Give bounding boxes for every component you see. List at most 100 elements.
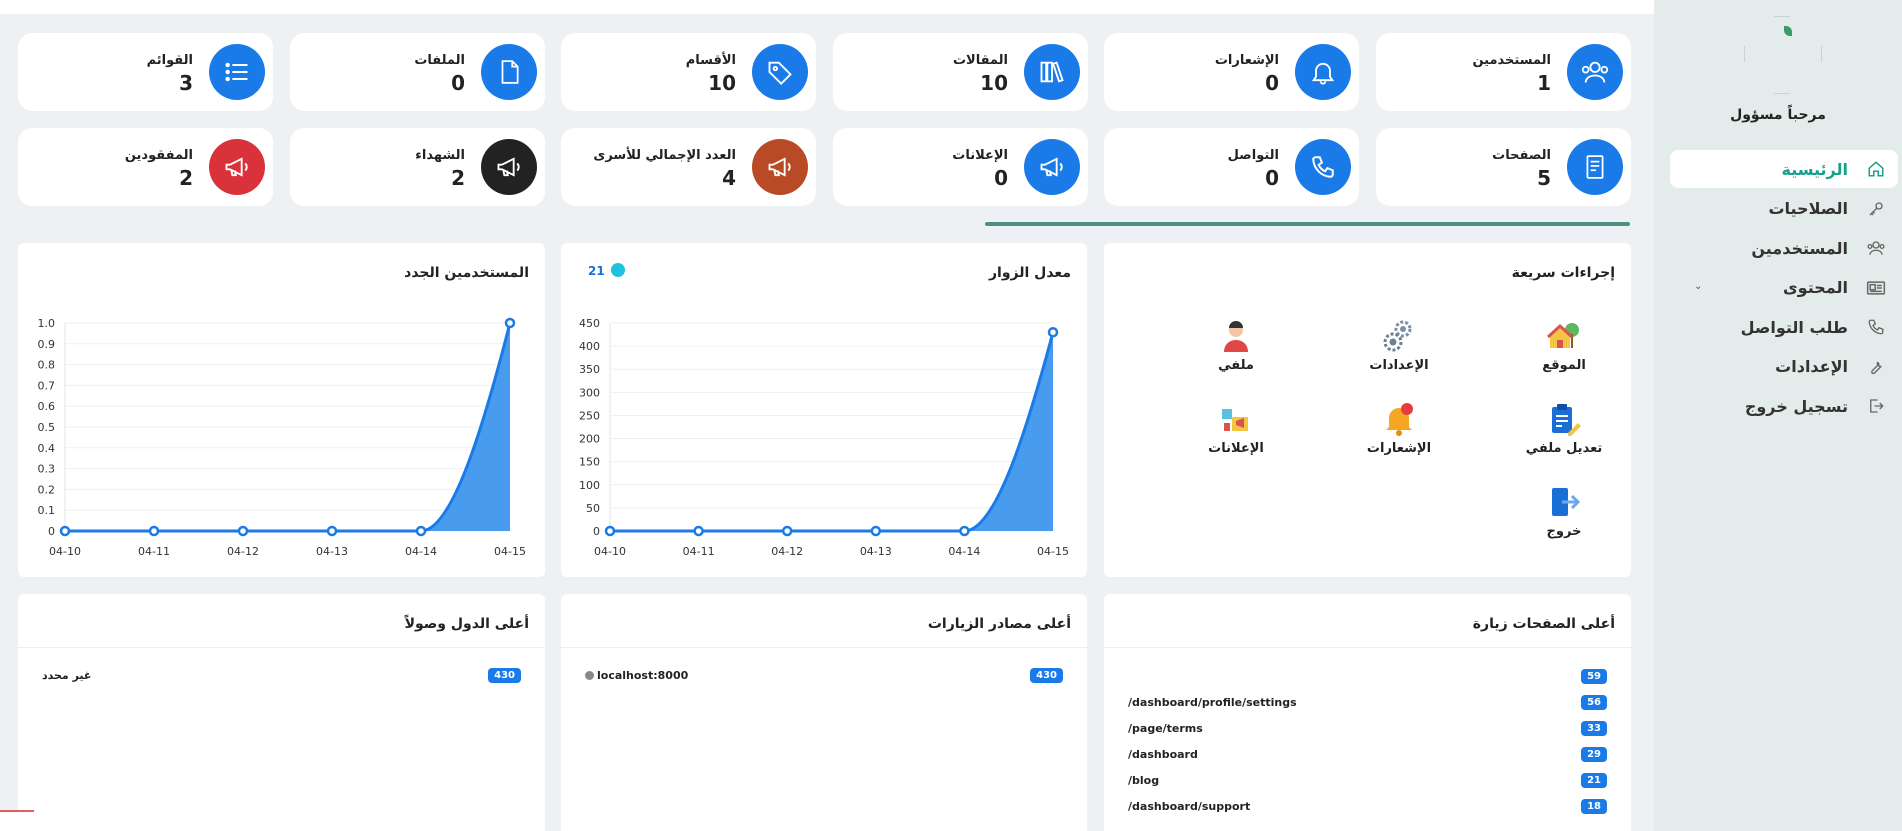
top-bar — [0, 0, 1654, 14]
debug-toolbar-tab[interactable] — [0, 810, 34, 831]
panel-title: أعلى الصفحات زيارة — [1472, 616, 1615, 632]
y-tick-label: 250 — [579, 409, 600, 422]
sidebar-item-users[interactable]: المستخدمين — [1670, 229, 1898, 267]
stat-value: 2 — [451, 166, 465, 190]
count-badge: 21 — [1581, 773, 1607, 788]
data-point — [781, 525, 793, 537]
stat-card-pages[interactable]: الصفحات 5 — [1376, 128, 1631, 206]
list-icon — [209, 44, 265, 100]
globe-icon — [585, 671, 594, 680]
stat-card-lists[interactable]: القوائم 3 — [18, 33, 273, 111]
stat-label: الصفحات — [1492, 148, 1551, 163]
series-area — [610, 332, 1053, 531]
y-tick-label: 0 — [593, 525, 600, 538]
y-tick-label: 200 — [579, 433, 600, 446]
sidebar-item-home[interactable]: الرئيسية — [1670, 150, 1898, 188]
stat-card-missing[interactable]: المفقودين 2 — [18, 128, 273, 206]
x-tick-label: 04-15 — [494, 545, 526, 558]
chevron-down-icon[interactable]: ⌄ — [1694, 281, 1702, 292]
sidebar-item-content[interactable]: المحتوى ⌄ — [1670, 269, 1898, 307]
sidebar-item-label: الصلاحيات — [1768, 199, 1848, 218]
x-tick-label: 04-10 — [594, 545, 626, 558]
visitors-chart: 0 50 100 150 200 250 300 350 400 450 04-10 04-11 04-… — [579, 317, 1069, 558]
quick-action-logout[interactable]: خروج — [1509, 484, 1619, 539]
data-point — [1047, 326, 1059, 338]
page-path: /dashboard/profile/settings — [1128, 696, 1297, 709]
stat-label: الشهداء — [415, 148, 465, 163]
phone-icon — [1295, 139, 1351, 195]
sidebar-item-logout[interactable]: تسجيل خروج — [1670, 387, 1898, 425]
quick-action-notifications[interactable]: الإشعارات — [1344, 401, 1454, 456]
list-item[interactable]: localhost:8000 430 — [585, 666, 1063, 686]
page-path: /dashboard — [1128, 748, 1198, 761]
y-tick-label: 0.7 — [38, 379, 56, 392]
bell-icon — [1295, 44, 1351, 100]
person-icon — [1218, 318, 1254, 354]
sidebar-item-permissions[interactable]: الصلاحيات — [1670, 190, 1898, 228]
stat-card-notifications[interactable]: الإشعارات 0 — [1104, 33, 1359, 111]
stat-card-users[interactable]: المستخدمين 1 — [1376, 33, 1631, 111]
house-icon — [1546, 318, 1582, 354]
count-badge: 430 — [488, 668, 521, 683]
stat-label: العدد الإجمالي للأسرى — [593, 148, 736, 163]
list-item[interactable]: غير محدد 430 — [42, 666, 521, 686]
section-divider — [985, 222, 1630, 226]
y-tick-label: 0.5 — [38, 421, 56, 434]
stat-card-articles[interactable]: المقالات 10 — [833, 33, 1088, 111]
table-row[interactable]: /page/terms 33 — [1128, 719, 1607, 739]
quick-action-settings[interactable]: الإعدادات — [1344, 318, 1454, 373]
sidebar-item-contact-request[interactable]: طلب التواصل — [1670, 308, 1898, 346]
quick-action-edit-profile[interactable]: تعديل ملفي — [1509, 401, 1619, 456]
y-tick-label: 0.1 — [38, 504, 56, 517]
welcome-text: مرحباً مسؤول — [1730, 107, 1826, 123]
sidebar-item-settings[interactable]: الإعدادات — [1670, 348, 1898, 386]
sidebar-item-label: المحتوى — [1783, 278, 1848, 297]
stat-label: الأقسام — [685, 53, 736, 68]
stat-label: الإشعارات — [1214, 53, 1279, 68]
data-point — [959, 525, 970, 537]
sidebar: مرحباً مسؤول الرئيسية الصلاحيات المستخدم… — [1654, 0, 1902, 831]
stat-card-sections[interactable]: الأقسام 10 — [561, 33, 816, 111]
quick-action-site[interactable]: الموقع — [1509, 318, 1619, 373]
stat-card-prisoners-total[interactable]: العدد الإجمالي للأسرى 4 — [561, 128, 816, 206]
quick-action-label: الموقع — [1542, 358, 1586, 373]
logo[interactable] — [1744, 16, 1822, 94]
page-path: /blog — [1128, 774, 1160, 787]
quick-action-label: الإعدادات — [1369, 358, 1429, 373]
panel-title: إجراءات سريعة — [1511, 265, 1615, 281]
stat-value: 0 — [994, 166, 1008, 190]
megaphone-icon — [752, 139, 808, 195]
quick-actions-panel: إجراءات سريعة الموقع الإعدادات ملفي تعدي… — [1104, 243, 1631, 577]
table-row[interactable]: /blog 21 — [1128, 771, 1607, 791]
table-row[interactable]: /dashboard/support 18 — [1128, 797, 1607, 817]
clipboard-edit-icon — [1546, 401, 1582, 437]
table-row[interactable]: /dashboard/profile/settings 56 — [1128, 693, 1607, 713]
stat-value: 0 — [451, 71, 465, 95]
stat-value: 10 — [708, 71, 736, 95]
megaphone-icon — [1024, 139, 1080, 195]
quick-action-profile[interactable]: ملفي — [1181, 318, 1291, 373]
y-tick-label: 0.3 — [38, 463, 56, 476]
users-icon — [1567, 44, 1623, 100]
stat-card-contact[interactable]: التواصل 0 — [1104, 128, 1359, 206]
count-badge: 33 — [1581, 721, 1607, 736]
stat-label: التواصل — [1227, 148, 1279, 163]
quick-action-label: تعديل ملفي — [1525, 441, 1603, 456]
data-point — [237, 525, 249, 537]
y-tick-label: 150 — [579, 456, 600, 469]
y-tick-label: 0.4 — [38, 442, 56, 455]
table-row[interactable]: 59 — [1128, 667, 1607, 687]
logout-icon — [1866, 396, 1886, 416]
stat-card-martyrs[interactable]: الشهداء 2 — [290, 128, 545, 206]
stat-label: المفقودين — [124, 148, 193, 163]
stat-card-ads[interactable]: الإعلانات 0 — [833, 128, 1088, 206]
quick-action-ads[interactable]: الإعلانات — [1181, 401, 1291, 456]
stat-value: 1 — [1537, 71, 1551, 95]
x-tick-label: 04-11 — [138, 545, 170, 558]
x-tick-label: 04-11 — [683, 545, 715, 558]
table-row[interactable]: /dashboard 29 — [1128, 745, 1607, 765]
stat-card-files[interactable]: الملفات 0 — [290, 33, 545, 111]
data-point — [693, 525, 704, 537]
y-tick-label: 100 — [579, 479, 600, 492]
data-point — [59, 525, 71, 537]
